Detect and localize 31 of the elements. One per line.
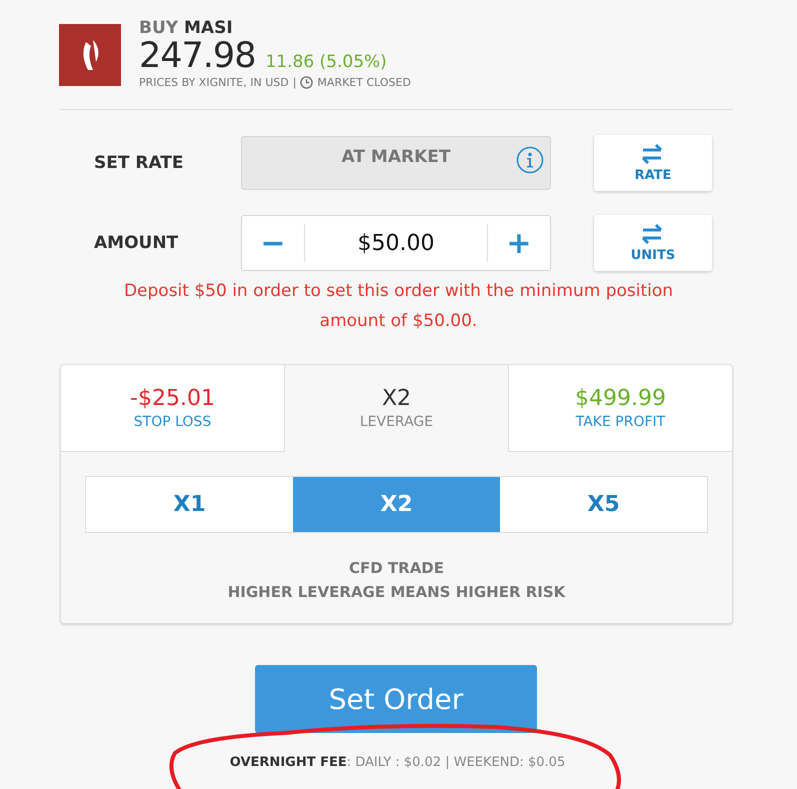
rate-toggle-button[interactable]: RATE <box>594 135 712 191</box>
set-rate-label: SET RATE <box>93 153 185 173</box>
swap-icon <box>641 224 665 244</box>
decrease-button[interactable]: − <box>242 223 304 263</box>
increase-button[interactable]: + <box>488 223 550 263</box>
clock-icon <box>300 76 314 89</box>
risk-notice: CFD TRADE <box>348 559 444 577</box>
price-change: 11.86 (5.05%) <box>265 52 387 72</box>
overnight-fee-text: OVERNIGHT FEE: DAILY : $0.02 | WEEKEND: $0.05 <box>230 755 566 770</box>
company-logo-icon <box>59 24 121 86</box>
risk-notice: HIGHER LEVERAGE MEANS HIGHER RISK <box>228 583 566 601</box>
trade-tab[interactable]: -$25.01 STOP LOSS <box>61 365 285 452</box>
price-source: PRICES BY XIGNITE, IN USD <box>139 76 289 89</box>
price-value: 247.98 <box>139 36 256 76</box>
leverage-option[interactable]: X5 <box>500 477 707 532</box>
deposit-warning: Deposit $50 in order to set this order with the minimum position amount of $50.00. <box>122 280 674 333</box>
info-icon[interactable] <box>516 146 544 174</box>
market-status: MARKET CLOSED <box>317 76 411 89</box>
symbol-label: MASI <box>184 18 233 38</box>
action-label: BUY <box>139 18 178 38</box>
set-order-button[interactable]: Set Order <box>255 665 537 733</box>
units-toggle-button[interactable]: UNITS <box>594 215 712 271</box>
trade-tab[interactable]: X2 LEVERAGE <box>285 365 509 452</box>
leverage-option[interactable]: X1 <box>86 477 293 532</box>
leverage-option[interactable]: X2 <box>293 477 500 532</box>
rate-field[interactable]: AT MARKET <box>241 136 551 190</box>
separator: | <box>292 76 296 89</box>
swap-icon <box>641 144 665 164</box>
amount-label: AMOUNT <box>93 233 180 253</box>
amount-input[interactable]: $50.00 <box>304 224 488 262</box>
trade-tab[interactable]: $499.99 TAKE PROFIT <box>509 365 732 452</box>
